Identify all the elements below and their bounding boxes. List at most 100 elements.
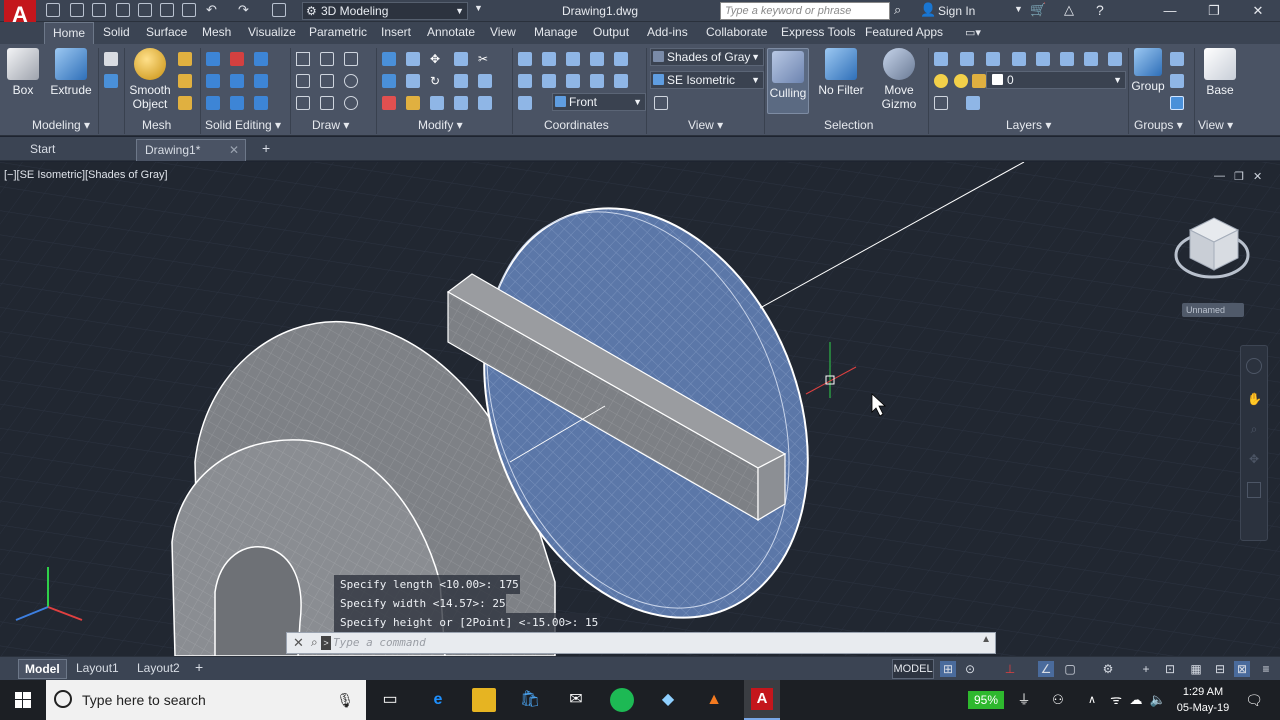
autocad-taskbar-button[interactable]: A (744, 680, 780, 720)
mesh-refine-icon[interactable] (178, 96, 192, 110)
layer-properties-icon[interactable] (934, 52, 948, 66)
command-line[interactable]: ✕ ⌕ > Type a command ▲ (286, 632, 996, 654)
view-preset-dropdown[interactable]: SE Isometric ▼ (650, 71, 764, 89)
fillet-icon[interactable] (478, 74, 492, 88)
layer-off-icon[interactable] (1060, 52, 1074, 66)
cart-icon[interactable]: 🛒 (1030, 2, 1046, 18)
new-icon[interactable] (46, 3, 60, 17)
ucs-face-icon[interactable] (614, 74, 628, 88)
close-command-line-icon[interactable]: ✕ (293, 635, 304, 651)
drawing-viewport[interactable]: [−][SE Isometric][Shades of Gray] — ❐ ✕ … (0, 162, 1280, 656)
tab-annotate[interactable]: Annotate (427, 22, 475, 44)
search-input[interactable]: Type a keyword or phrase (720, 2, 890, 20)
file-explorer-icon[interactable] (472, 688, 496, 712)
spline-icon[interactable] (296, 74, 310, 88)
smooth-object-button[interactable]: Smooth Object (128, 48, 172, 111)
clean-screen-icon[interactable]: ⊟ (1212, 661, 1228, 677)
panel-layers[interactable]: Layers ▾ (1006, 116, 1051, 134)
tab-view[interactable]: View (490, 22, 516, 44)
line-icon[interactable] (296, 52, 310, 66)
base-button[interactable]: Base (1200, 48, 1240, 97)
visual-style-dropdown[interactable]: Shades of Gray ▼ (650, 48, 764, 66)
viewport-minimize-icon[interactable]: — (1214, 170, 1225, 182)
group-selection-icon[interactable] (1170, 96, 1184, 110)
group-button[interactable]: Group (1130, 48, 1166, 93)
microphone-icon[interactable]: 🎙 (336, 680, 354, 720)
panel-draw[interactable]: Draw ▾ (312, 116, 349, 134)
panel-modify[interactable]: Modify ▾ (418, 116, 463, 134)
customize-icon[interactable]: ⊠ (1234, 661, 1250, 677)
close-tab-icon[interactable]: ✕ (229, 140, 239, 160)
open-icon[interactable] (70, 3, 84, 17)
steering-wheel-icon[interactable] (1246, 358, 1262, 374)
explode-icon[interactable] (406, 96, 420, 110)
tab-model[interactable]: Model (18, 659, 67, 679)
shell-icon[interactable] (206, 96, 220, 110)
named-view-dropdown[interactable]: Front ▼ (552, 93, 646, 111)
panel-mesh[interactable]: Mesh (142, 116, 171, 134)
viewport-restore-icon[interactable]: ❐ (1234, 170, 1244, 183)
hardware-accel-icon[interactable]: ▦ (1188, 661, 1204, 677)
help-icon[interactable]: ? (1096, 2, 1104, 18)
tab-solid[interactable]: Solid (103, 22, 130, 44)
battery-badge[interactable]: 95% (968, 691, 1004, 709)
ucs-icon[interactable] (518, 52, 532, 66)
close-button[interactable]: ✕ (1238, 0, 1278, 22)
layer-match-icon[interactable] (960, 52, 974, 66)
box-button[interactable]: Box (6, 48, 40, 97)
move-gizmo-button[interactable]: Move Gizmo (876, 48, 922, 111)
people-icon[interactable]: ⚇ (1046, 688, 1070, 712)
chevron-up-icon[interactable]: ▲ (981, 634, 991, 645)
layer-make-current-icon[interactable] (1108, 52, 1122, 66)
presspull-icon[interactable] (104, 74, 118, 88)
panel-coordinates[interactable]: Coordinates (544, 116, 609, 134)
ucs-view-icon[interactable] (518, 74, 532, 88)
layer-isolate-icon[interactable] (986, 52, 1000, 66)
layer-on-icon[interactable] (934, 74, 948, 88)
chevron-down-icon[interactable]: ▼ (1014, 4, 1023, 14)
tab-visualize[interactable]: Visualize (248, 22, 296, 44)
panel-view2[interactable]: View ▾ (1198, 116, 1233, 134)
tab-featured-apps[interactable]: Featured Apps (865, 22, 943, 44)
mesh-smooth-less-icon[interactable] (178, 74, 192, 88)
chevron-up-icon[interactable]: ∧ (1080, 688, 1104, 712)
copy-icon[interactable] (382, 74, 396, 88)
ungroup-icon[interactable] (1170, 52, 1184, 66)
snap-toggle-icon[interactable]: ⊙ (962, 661, 978, 677)
offset-icon[interactable] (406, 52, 420, 66)
tab-drawing1[interactable]: Drawing1* ✕ (136, 139, 246, 161)
trim-icon[interactable]: ✂ (478, 52, 492, 66)
ucs-y-icon[interactable] (566, 74, 580, 88)
array-icon[interactable] (454, 52, 468, 66)
polar-toggle-icon[interactable]: ∠ (1038, 661, 1054, 677)
showmotion-icon[interactable] (1247, 482, 1261, 498)
rotate-icon[interactable] (406, 74, 420, 88)
erase-icon[interactable] (382, 96, 396, 110)
taskbar-search-input[interactable]: Type here to search 🎙 (46, 680, 366, 720)
slice-icon[interactable] (206, 74, 220, 88)
zoom-icon[interactable]: ⌕ (1247, 422, 1261, 438)
pan-icon[interactable]: ✋ (1247, 392, 1262, 408)
ortho-toggle-icon[interactable]: ⊥ (1002, 661, 1018, 677)
tab-add-ins[interactable]: Add-ins (647, 22, 688, 44)
tab-mesh[interactable]: Mesh (202, 22, 231, 44)
ellipse-icon[interactable] (344, 96, 358, 110)
web-open-icon[interactable] (138, 3, 152, 17)
ucs-world-icon[interactable] (542, 52, 556, 66)
clock[interactable]: 1:29 AM 05-May-19 (1172, 684, 1234, 716)
cloud-icon[interactable]: ☁ (1124, 688, 1148, 712)
viewport-close-icon[interactable]: ✕ (1253, 170, 1262, 183)
layer-dropdown[interactable]: 0 ▼ (986, 71, 1126, 89)
layer-walk-icon[interactable] (934, 96, 948, 110)
ucs-x-icon[interactable] (542, 74, 556, 88)
vlc-icon[interactable]: ▲ (702, 688, 726, 712)
app-icon[interactable]: ◆ (656, 688, 680, 712)
tab-parametric[interactable]: Parametric (309, 22, 367, 44)
polysolid-icon[interactable] (104, 52, 118, 66)
redo-icon[interactable]: ↷ (238, 2, 249, 18)
tab-express-tools[interactable]: Express Tools (781, 22, 855, 44)
notifications-icon[interactable]: 🗨 (1242, 688, 1266, 712)
ucs-icon-properties-icon[interactable] (518, 96, 532, 110)
new-layout-icon[interactable]: + (195, 659, 203, 675)
layer-unisolate-icon[interactable] (1012, 52, 1026, 66)
